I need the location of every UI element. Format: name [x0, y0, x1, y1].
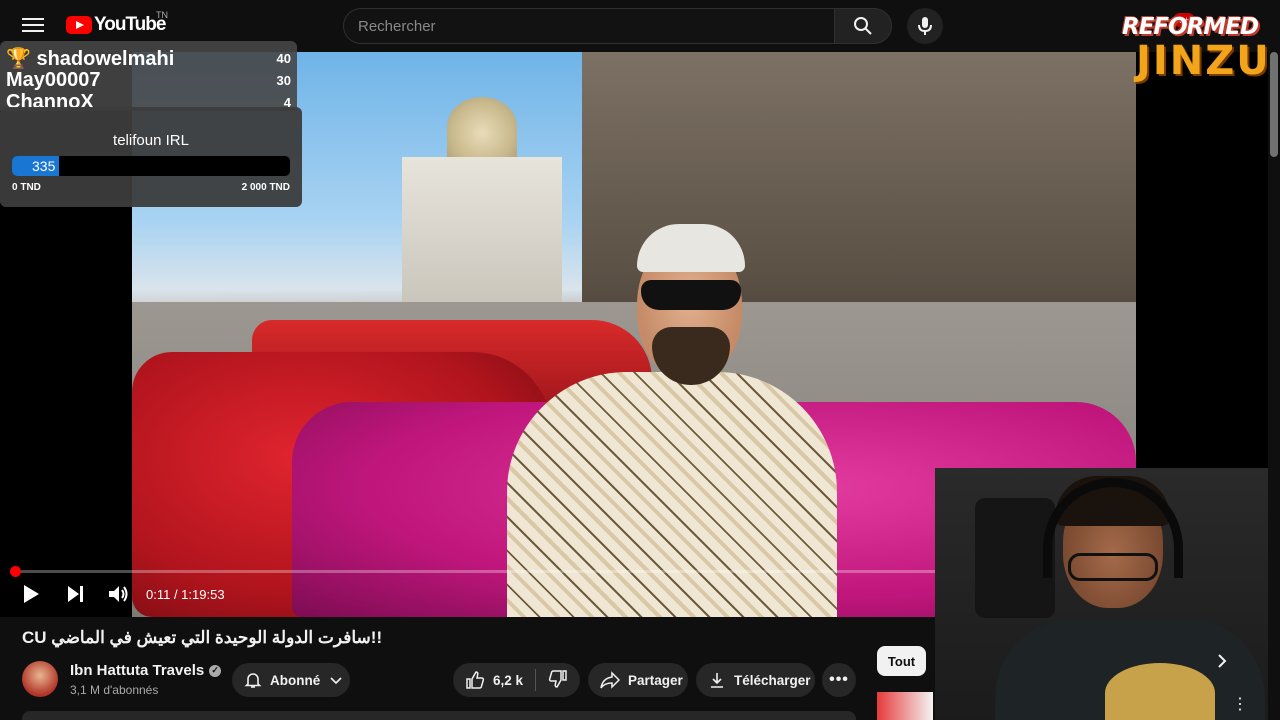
more-actions-button[interactable]: •••	[822, 663, 856, 697]
bell-icon	[244, 673, 262, 688]
leaderboard-overlay: 🏆 shadowelmahi 40 May00007 30 ChannoX 4	[0, 41, 297, 111]
channel-avatar[interactable]	[22, 661, 58, 697]
share-icon	[600, 671, 620, 689]
youtube-play-icon	[66, 16, 92, 34]
like-dislike-group: 6,2 k	[453, 663, 580, 697]
shirt-print	[1105, 663, 1215, 720]
leaderboard-score: 30	[276, 72, 291, 88]
progress-scrubber[interactable]	[9, 566, 21, 577]
subscribe-button[interactable]: Abonné	[232, 663, 350, 697]
leaderboard-score: 40	[276, 50, 291, 66]
streamer-glasses	[1068, 553, 1158, 581]
play-icon	[24, 585, 39, 603]
scrollbar[interactable]	[1270, 52, 1278, 157]
chevron-down-icon	[330, 673, 342, 688]
download-button[interactable]: Télécharger	[696, 663, 815, 697]
logo-text: YouTube	[94, 14, 166, 35]
thumbs-down-icon	[548, 669, 567, 688]
leaderboard-row: 🏆 shadowelmahi 40	[6, 47, 291, 70]
like-button[interactable]	[465, 670, 485, 690]
more-horizontal-icon: •••	[829, 671, 849, 688]
play-button[interactable]	[22, 584, 40, 609]
like-count: 6,2 k	[493, 672, 524, 688]
chevron-right-icon[interactable]	[1215, 652, 1229, 675]
channel-name[interactable]: Ibn Hattuta Travels	[70, 662, 204, 679]
menu-icon[interactable]	[20, 14, 46, 38]
next-button[interactable]	[66, 584, 84, 609]
goal-min: 0 TND	[12, 182, 41, 193]
thumbs-up-icon	[466, 671, 485, 689]
search-icon	[854, 17, 872, 35]
capitol-building	[402, 157, 562, 312]
video-title: !!سافرت الدولة الوحيدة التي تعيش في الما…	[22, 628, 383, 647]
verified-icon: ✓	[209, 664, 222, 677]
time-display: 0:11 / 1:19:53	[146, 587, 225, 602]
search-button[interactable]	[834, 8, 892, 44]
search-input[interactable]: Rechercher	[343, 8, 835, 44]
volume-icon	[109, 586, 128, 602]
more-vertical-icon[interactable]: ⋮	[1232, 694, 1248, 714]
description-box[interactable]	[22, 711, 856, 720]
goal-title: telifoun IRL	[113, 132, 189, 149]
youtube-logo[interactable]: YouTube TN	[66, 10, 168, 36]
leaderboard-row: May00007 30	[6, 69, 291, 91]
donation-goal-overlay: telifoun IRL 335 0 TND 2 000 TND	[0, 107, 302, 207]
next-icon	[68, 586, 83, 602]
trophy-icon: 🏆	[6, 47, 31, 70]
volume-button[interactable]	[108, 584, 130, 609]
microphone-icon	[918, 17, 932, 35]
goal-current: 335	[32, 158, 56, 174]
voice-search-button[interactable]	[907, 8, 943, 44]
download-icon	[711, 673, 723, 688]
presenter-sunglasses	[641, 280, 741, 310]
dislike-button[interactable]	[548, 669, 568, 692]
logo-country: TN	[156, 10, 168, 20]
leaderboard-name: May00007	[6, 68, 101, 91]
recommended-thumbnail[interactable]	[877, 692, 933, 720]
streamer-logo: REFORMED JINZU	[1122, 14, 1271, 84]
channel-name-row[interactable]: Ibn Hattuta Travels ✓	[70, 662, 222, 679]
webcam-overlay	[935, 468, 1268, 720]
divider	[535, 669, 537, 691]
share-button[interactable]: Partager	[588, 663, 688, 697]
leaderboard-name: 🏆 shadowelmahi	[6, 47, 175, 70]
chip-all[interactable]: Tout	[877, 646, 926, 676]
subscriber-count: 3,1 M d'abonnés	[70, 683, 159, 697]
goal-bar: 335	[12, 156, 290, 176]
goal-max: 2 000 TND	[241, 182, 290, 193]
capitol-dome	[447, 97, 517, 157]
presenter-shirt	[507, 372, 837, 617]
